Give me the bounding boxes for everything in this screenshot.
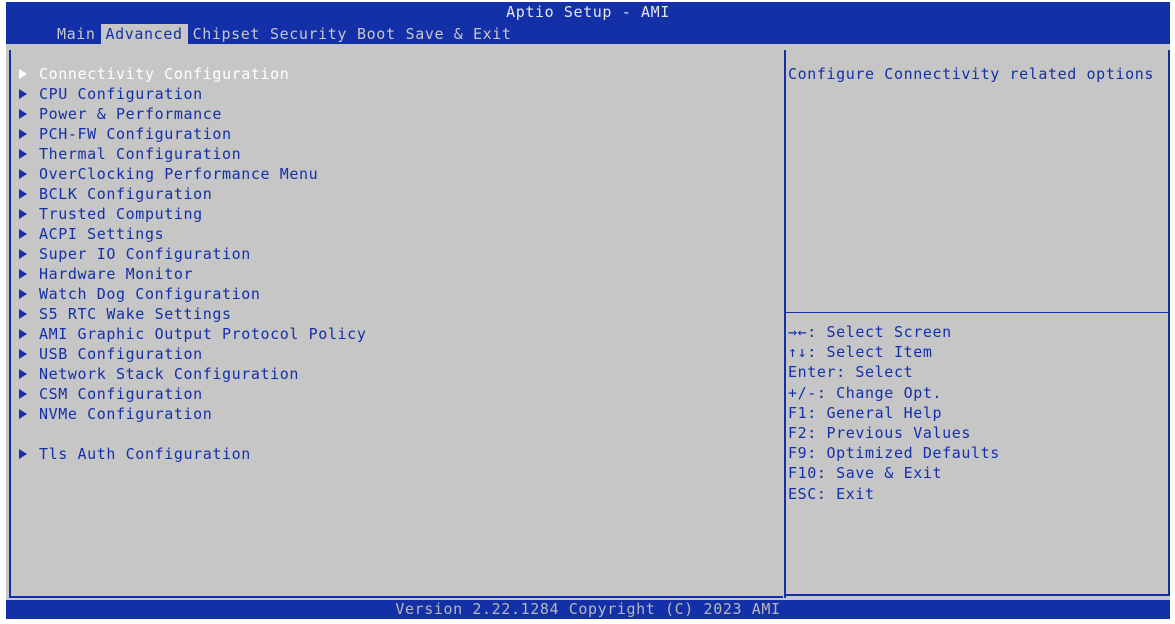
menu-item-label: Tls Auth Configuration [39,445,251,463]
submenu-arrow-icon [19,149,27,159]
header-bar: Aptio Setup - AMI Main Advanced Chipset … [6,2,1170,44]
menu-item-label: CSM Configuration [39,385,203,403]
submenu-arrow-icon [19,309,27,319]
submenu-arrow-icon [19,329,27,339]
menu-item-csm-configuration[interactable]: CSM Configuration [19,384,366,404]
menu-item-s5-rtc-wake-settings[interactable]: S5 RTC Wake Settings [19,304,366,324]
menu-item-power-performance[interactable]: Power & Performance [19,104,366,124]
key-optimized-defaults: F9: Optimized Defaults [788,444,1000,463]
menu-item-label: PCH-FW Configuration [39,125,232,143]
submenu-arrow-icon [19,89,27,99]
tab-save-exit[interactable]: Save & Exit [401,24,517,44]
submenu-arrow-icon [19,369,27,379]
menu-item-label: Power & Performance [39,105,222,123]
menu-item-label: Hardware Monitor [39,265,194,283]
submenu-arrow-icon [19,229,27,239]
tab-advanced[interactable]: Advanced [100,24,188,44]
app-title: Aptio Setup - AMI [506,3,670,21]
menu-item-pch-fw-configuration[interactable]: PCH-FW Configuration [19,124,366,144]
menu-item-connectivity-configuration[interactable]: Connectivity Configuration [19,64,366,84]
menu-item-usb-configuration[interactable]: USB Configuration [19,344,366,364]
help-description: Configure Connectivity related options [788,65,1154,83]
advanced-menu-list: Connectivity Configuration CPU Configura… [19,64,366,464]
menu-item-acpi-settings[interactable]: ACPI Settings [19,224,366,244]
menu-item-label: ACPI Settings [39,225,165,243]
submenu-arrow-icon [19,129,27,139]
tab-security[interactable]: Security [265,24,352,44]
menu-item-label: Watch Dog Configuration [39,285,261,303]
submenu-arrow-icon [19,389,27,399]
menu-item-trusted-computing[interactable]: Trusted Computing [19,204,366,224]
help-separator [786,312,1168,313]
submenu-arrow-icon [19,269,27,279]
tab-main[interactable]: Main [52,24,101,44]
menu-item-label: Connectivity Configuration [39,65,290,83]
submenu-arrow-icon [19,249,27,259]
menu-item-cpu-configuration[interactable]: CPU Configuration [19,84,366,104]
menu-item-label: Trusted Computing [39,205,203,223]
tab-boot[interactable]: Boot [352,24,401,44]
menu-item-label: OverClocking Performance Menu [39,165,319,183]
submenu-arrow-icon [19,349,27,359]
key-general-help: F1: General Help [788,403,943,422]
help-panel: Configure Connectivity related options →… [786,50,1170,596]
key-enter-select: Enter: Select [788,363,914,382]
menu-item-hardware-monitor[interactable]: Hardware Monitor [19,264,366,284]
menu-item-label: Super IO Configuration [39,245,251,263]
menu-item-thermal-configuration[interactable]: Thermal Configuration [19,144,366,164]
menu-item-bclk-configuration[interactable]: BCLK Configuration [19,184,366,204]
key-previous-values: F2: Previous Values [788,423,971,442]
tab-chipset[interactable]: Chipset [188,24,265,44]
key-esc-exit: ESC: Exit [788,484,875,503]
menu-item-network-stack-configuration[interactable]: Network Stack Configuration [19,364,366,384]
key-select-screen: →←: Select Screen [788,323,952,341]
submenu-arrow-icon [19,109,27,119]
menu-item-nvme-configuration[interactable]: NVMe Configuration [19,404,366,424]
menu-item-super-io-configuration[interactable]: Super IO Configuration [19,244,366,264]
menu-item-label: Thermal Configuration [39,145,242,163]
submenu-arrow-icon [19,189,27,199]
menu-item-label: S5 RTC Wake Settings [39,305,232,323]
submenu-arrow-icon [19,69,27,79]
submenu-arrow-icon [19,169,27,179]
menu-item-label: CPU Configuration [39,85,203,103]
key-select-item: ↑↓: Select Item [788,343,933,362]
menu-item-tls-auth-configuration[interactable]: Tls Auth Configuration [19,444,366,464]
menu-item-label: BCLK Configuration [39,185,213,203]
submenu-arrow-icon [19,289,27,299]
tab-bar: Main Advanced Chipset Security Boot Save… [52,24,517,44]
submenu-arrow-icon [19,209,27,219]
key-legend: →←: Select Screen ↑↓: Select Item Enter:… [788,322,1000,504]
menu-item-overclocking-performance-menu[interactable]: OverClocking Performance Menu [19,164,366,184]
menu-item-label: Network Stack Configuration [39,365,300,383]
menu-panel: Connectivity Configuration CPU Configura… [9,50,783,598]
menu-item-label: AMI Graphic Output Protocol Policy [39,325,367,343]
bios-screen: Aptio Setup - AMI Main Advanced Chipset … [6,2,1170,619]
menu-item-ami-graphic-output-protocol-policy[interactable]: AMI Graphic Output Protocol Policy [19,324,366,344]
key-change-opt: +/-: Change Opt. [788,383,943,402]
main-frame: Connectivity Configuration CPU Configura… [6,50,1170,598]
menu-item-watch-dog-configuration[interactable]: Watch Dog Configuration [19,284,366,304]
submenu-arrow-icon [19,449,27,459]
submenu-arrow-icon [19,409,27,419]
version-text: Version 2.22.1284 Copyright (C) 2023 AMI [395,600,781,618]
footer-bar: Version 2.22.1284 Copyright (C) 2023 AMI [6,600,1170,619]
menu-item-label: USB Configuration [39,345,203,363]
menu-item-label: NVMe Configuration [39,405,213,423]
key-save-exit: F10: Save & Exit [788,464,943,483]
